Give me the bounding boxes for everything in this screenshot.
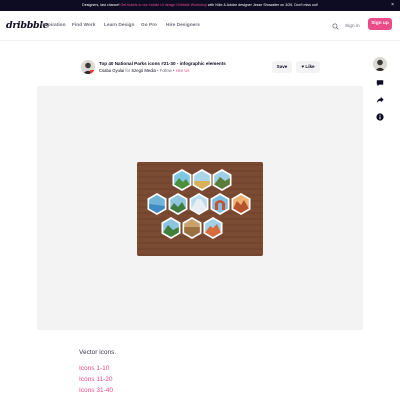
nav-find-work[interactable]: Find Work: [72, 23, 95, 28]
for-text: for: [125, 68, 131, 73]
avatar[interactable]: [81, 60, 95, 74]
banner-workshop-link[interactable]: Get tickets to our mobile UI design Drib…: [120, 3, 206, 7]
announcement-banner: Designers, last chance! Get tickets to o…: [0, 0, 400, 11]
nav-inspiration[interactable]: Inspiration: [41, 23, 66, 28]
shot-image[interactable]: [137, 162, 263, 256]
banner-lead: Designers, last chance!: [82, 3, 120, 7]
info-icon[interactable]: [376, 113, 384, 121]
rail-avatar[interactable]: [373, 57, 387, 71]
sign-up-button[interactable]: Sign up: [368, 18, 392, 30]
heart-icon: ♥: [301, 64, 305, 69]
shot-description: Vector icons.: [79, 349, 117, 356]
separator: •: [157, 68, 159, 73]
like-label: Like: [305, 64, 315, 69]
banner-tail: with Nike & Adobe designer Jesse Showalt…: [207, 3, 318, 7]
icons-31-40-link[interactable]: Icons 31-40: [79, 387, 113, 394]
shot-byline: Csaba Gyulai for Szegó Media • Follow • …: [99, 68, 190, 73]
top-nav: dribbble Inspiration Find Work Learn Des…: [0, 11, 400, 41]
like-button[interactable]: ♥ Like: [296, 61, 320, 73]
separator: •: [172, 68, 175, 73]
comment-icon[interactable]: [376, 79, 384, 87]
hire-us-link[interactable]: Hire Us: [176, 68, 190, 73]
nav-hire-designers[interactable]: Hire Designers: [166, 23, 200, 28]
search-icon[interactable]: [332, 23, 339, 30]
share-icon[interactable]: [376, 96, 384, 104]
icons-11-20-link[interactable]: Icons 11-20: [79, 376, 112, 383]
nav-go-pro[interactable]: Go Pro: [141, 23, 157, 28]
icons-1-10-link[interactable]: Icons 1-10: [79, 365, 109, 372]
author-link[interactable]: Csaba Gyulai: [99, 68, 124, 73]
save-button[interactable]: Save: [272, 61, 292, 73]
sign-in-link[interactable]: Sign in: [345, 24, 360, 29]
follow-link[interactable]: Follow: [160, 68, 172, 73]
close-icon[interactable]: ×: [391, 0, 394, 11]
team-link[interactable]: Szegó Media: [131, 68, 155, 73]
nav-learn-design[interactable]: Learn Design: [104, 23, 134, 28]
shot-title: Top 40 National Parks icons #21-30 - inf…: [99, 61, 226, 66]
